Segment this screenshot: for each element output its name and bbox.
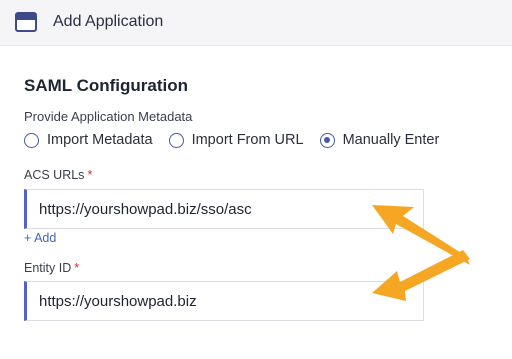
entity-id-label-text: Entity ID	[24, 261, 72, 275]
add-acs-url-link[interactable]: + Add	[24, 231, 56, 245]
application-window-icon	[15, 12, 37, 32]
entity-id-input[interactable]	[24, 281, 424, 321]
required-mark: *	[74, 261, 80, 275]
acs-urls-label-text: ACS URLs	[24, 168, 85, 182]
radio-button[interactable]	[24, 132, 39, 148]
metadata-label: Provide Application Metadata	[24, 109, 193, 124]
radio-label: Import From URL	[191, 132, 304, 148]
acs-urls-label: ACS URLs *	[24, 168, 92, 182]
metadata-radio-group: Import Metadata Import From URL Manually…	[24, 130, 455, 150]
section-title: SAML Configuration	[24, 76, 188, 95]
radio-label: Import Metadata	[47, 132, 153, 148]
page-header: Add Application	[0, 0, 512, 46]
radio-import-metadata[interactable]: Import Metadata	[24, 132, 153, 148]
radio-button[interactable]	[168, 132, 184, 148]
radio-label: Manually Enter	[342, 132, 440, 148]
saml-configuration-panel: SAML Configuration Provide Application M…	[0, 56, 512, 359]
entity-id-label: Entity ID *	[24, 261, 79, 275]
page-title: Add Application	[53, 13, 164, 30]
required-mark: *	[87, 168, 93, 182]
radio-button-selected[interactable]	[319, 132, 335, 148]
radio-import-from-url[interactable]: Import From URL	[168, 132, 304, 148]
radio-manually-enter[interactable]: Manually Enter	[319, 132, 440, 148]
acs-url-input[interactable]	[24, 189, 424, 229]
